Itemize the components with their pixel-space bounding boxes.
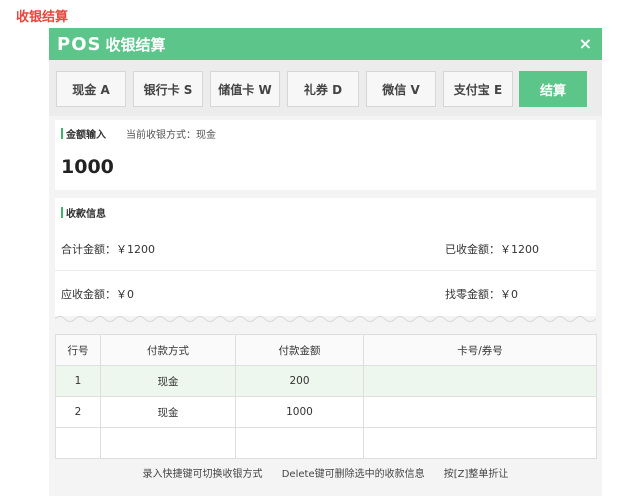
table-header-row: 行号 付款方式 付款金额 卡号/券号 — [55, 334, 597, 366]
amount-input-header: 金额输入 当前收银方式：现金 — [61, 126, 216, 141]
amount-input-field[interactable]: 1000 — [61, 156, 114, 178]
receipt-wave-divider — [55, 316, 596, 322]
card-number-cell — [363, 365, 597, 397]
payment-amount-cell: 200 — [235, 365, 364, 397]
hint-switch-method: 录入快捷键可切换收银方式 — [142, 469, 263, 480]
payment-table: 行号 付款方式 付款金额 卡号/券号 1 现金 200 2 现金 1000 — [55, 334, 597, 459]
current-mode-text: 当前收银方式：现金 — [126, 130, 216, 141]
cash-button[interactable]: 现金 A — [56, 71, 126, 107]
alipay-button[interactable]: 支付宝 E — [443, 71, 513, 107]
payment-method-cell: 现金 — [100, 396, 236, 428]
hint-delete-row: Delete键可删除选中的收款信息 — [281, 469, 425, 480]
info-divider — [55, 270, 596, 271]
payment-amount-cell: 1000 — [235, 396, 364, 428]
close-icon[interactable]: × — [579, 36, 592, 52]
settle-button[interactable]: 结算 — [519, 71, 587, 107]
table-row-empty[interactable] — [55, 427, 597, 459]
section-marker — [61, 207, 63, 218]
column-header-payment-method: 付款方式 — [100, 334, 236, 366]
pos-logo: POS — [57, 33, 102, 55]
column-header-card-number: 卡号/券号 — [363, 334, 597, 366]
window-title: 收银结算 — [105, 35, 166, 54]
card-number-cell — [363, 427, 597, 459]
gift-voucher-button[interactable]: 礼券 D — [287, 71, 359, 107]
collection-info-header: 收款信息 — [61, 205, 106, 220]
collection-info-title: 收款信息 — [66, 209, 106, 220]
row-no-cell: 1 — [55, 365, 101, 397]
hint-discount: 按[Z]整单折让 — [443, 469, 509, 480]
bank-card-button[interactable]: 银行卡 S — [133, 71, 203, 107]
card-number-cell — [363, 396, 597, 428]
column-header-row-no: 行号 — [55, 334, 101, 366]
title-bar: POS 收银结算 × — [49, 28, 602, 60]
table-row[interactable]: 1 现金 200 — [55, 365, 597, 397]
amount-input-title: 金额输入 — [66, 130, 106, 141]
section-marker — [61, 128, 63, 139]
total-amount: 合计金额：￥1200 — [61, 243, 155, 256]
page-label: 收银结算 — [16, 10, 69, 25]
payment-method-toolbar: 现金 A 银行卡 S 储值卡 W 礼券 D 微信 V 支付宝 E 结算 — [49, 60, 602, 116]
collection-info-section: 收款信息 合计金额：￥1200 已收金额：￥1200 应收金额：￥0 找零金额：… — [55, 198, 596, 316]
column-header-payment-amount: 付款金额 — [235, 334, 364, 366]
table-row[interactable]: 2 现金 1000 — [55, 396, 597, 428]
payment-amount-cell — [235, 427, 364, 459]
change-amount: 找零金额：￥0 — [445, 288, 518, 301]
pos-settlement-window: POS 收银结算 × 现金 A 银行卡 S 储值卡 W 礼券 D 微信 V 支付… — [49, 28, 602, 496]
stored-value-card-button[interactable]: 储值卡 W — [210, 71, 280, 107]
row-no-cell: 2 — [55, 396, 101, 428]
payment-method-cell: 现金 — [100, 365, 236, 397]
window-title-group: POS 收银结算 — [57, 34, 165, 55]
shortcut-hints: 录入快捷键可切换收银方式 Delete键可删除选中的收款信息 按[Z]整单折让 — [49, 465, 602, 480]
received-amount: 已收金额：￥1200 — [445, 243, 539, 256]
wechat-pay-button[interactable]: 微信 V — [366, 71, 436, 107]
payment-method-cell — [100, 427, 236, 459]
row-no-cell — [55, 427, 101, 459]
due-amount: 应收金额：￥0 — [61, 288, 134, 301]
amount-input-section: 金额输入 当前收银方式：现金 1000 — [55, 120, 596, 190]
